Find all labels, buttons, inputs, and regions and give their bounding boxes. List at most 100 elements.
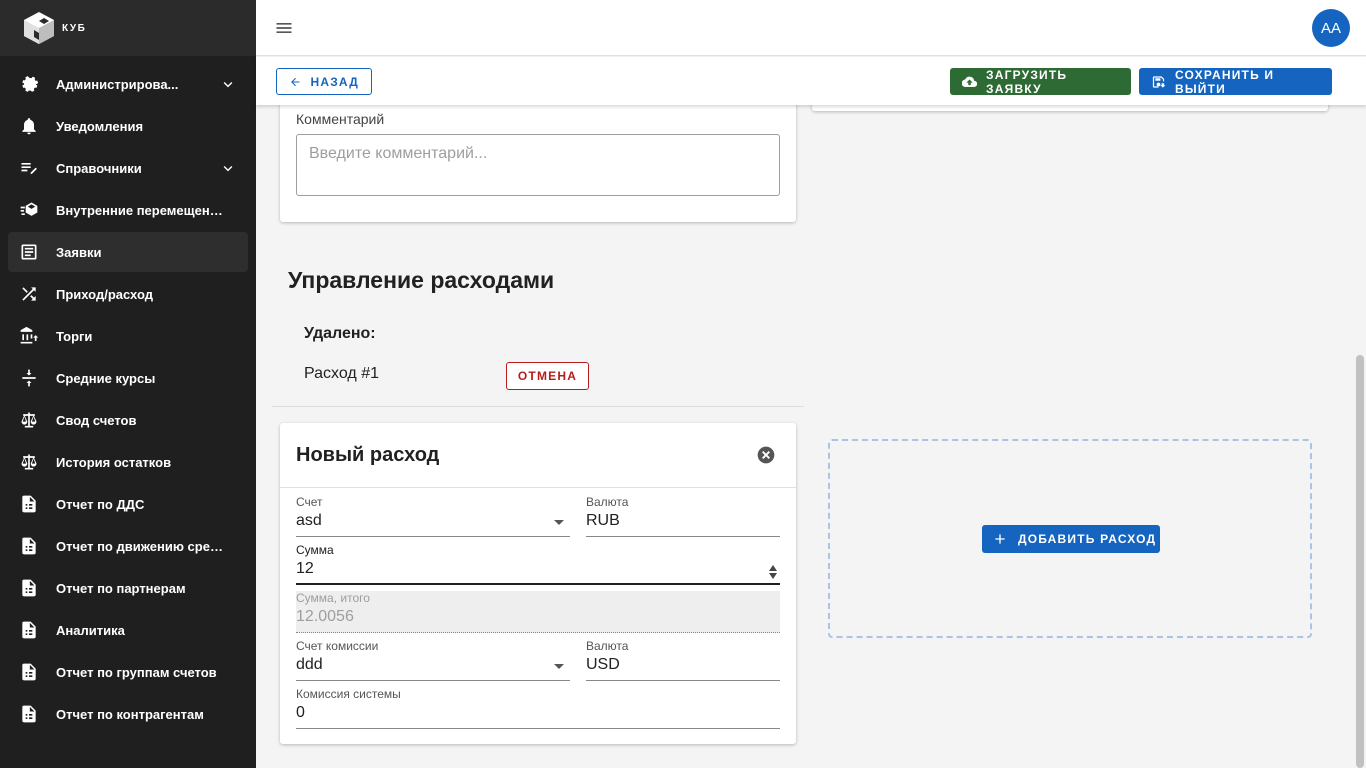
sidebar-item-label: Приход/расход: [56, 286, 153, 302]
document-icon: [18, 241, 40, 263]
fee-currency-value: USD: [586, 656, 620, 673]
dropdown-arrow-icon: [554, 664, 564, 669]
user-avatar[interactable]: AA: [1312, 9, 1350, 47]
amount-value: 12: [296, 560, 314, 577]
total-amount-value: 12.0056: [296, 608, 354, 625]
fee-currency-field[interactable]: Валюта USD: [586, 639, 780, 681]
compress-icon: [18, 367, 40, 389]
sidebar-item-trades[interactable]: Торги: [8, 316, 248, 356]
sidebar-item-accounts-summary[interactable]: Свод счетов: [8, 400, 248, 440]
comment-textarea[interactable]: Введите комментарий...: [296, 134, 780, 196]
expenses-section-title: Управление расходами: [288, 267, 555, 293]
deleted-title: Удалено:: [304, 325, 376, 342]
add-expense-label: ДОБАВИТЬ РАСХОД: [1018, 532, 1157, 546]
save-and-exit-button[interactable]: СОХРАНИТЬ И ВЫЙТИ: [1139, 67, 1332, 96]
sidebar-nav: Администрирова... Уведомления Справочник…: [0, 56, 256, 734]
currency-value: RUB: [586, 512, 620, 529]
fee-account-label: Счет комиссии: [296, 639, 379, 653]
sidebar-item-partners-report[interactable]: Отчет по партнерам: [8, 568, 248, 608]
report-icon: [18, 661, 40, 683]
sidebar-item-income-expense[interactable]: Приход/расход: [8, 274, 248, 314]
shuffle-icon: [18, 283, 40, 305]
sidebar-item-account-groups-report[interactable]: Отчет по группам счетов: [8, 652, 248, 692]
chevron-down-icon: [220, 76, 236, 92]
sidebar-item-label: Торги: [56, 328, 93, 344]
sidebar-item-label: Средние курсы: [56, 370, 156, 386]
new-expense-card: Новый расход Счет asd Валюта RUB Сумма 1…: [280, 423, 796, 744]
close-icon[interactable]: [756, 445, 776, 465]
sidebar-item-balance-history[interactable]: История остатков: [8, 442, 248, 482]
cancel-delete-button[interactable]: ОТМЕНА: [506, 362, 589, 390]
logo-text: КУБ: [62, 22, 87, 34]
menu-icon[interactable]: [274, 18, 294, 38]
add-expense-button[interactable]: ДОБАВИТЬ РАСХОД: [982, 525, 1160, 553]
sidebar-item-label: Заявки: [56, 244, 102, 260]
cloud-upload-icon: [962, 76, 978, 87]
dropdown-arrow-icon: [554, 520, 564, 525]
sidebar-item-label: Отчет по партнерам: [56, 580, 186, 596]
field-underline: [586, 536, 780, 537]
sidebar-item-administration[interactable]: Администрирова...: [8, 64, 248, 104]
sidebar-item-average-rates[interactable]: Средние курсы: [8, 358, 248, 398]
comment-label: Комментарий: [296, 111, 385, 127]
sidebar-item-label: Администрирова...: [56, 76, 179, 92]
field-underline: [586, 680, 780, 681]
sidebar-item-label: Отчет по контрагентам: [56, 706, 204, 722]
amount-label: Сумма: [296, 543, 334, 557]
account-label: Счет: [296, 495, 323, 509]
back-button-label: НАЗАД: [310, 74, 359, 89]
back-button[interactable]: НАЗАД: [276, 68, 372, 95]
field-underline: [296, 680, 570, 681]
arrow-left-icon: [291, 77, 300, 86]
save-exit-icon: [1152, 75, 1166, 88]
sidebar-item-label: Отчет по движению сред...: [56, 538, 224, 554]
report-icon: [18, 493, 40, 515]
account-select[interactable]: Счет asd: [296, 495, 570, 537]
total-amount-field: Сумма, итого 12.0056: [296, 591, 780, 633]
save-and-exit-label: СОХРАНИТЬ И ВЫЙТИ: [1174, 67, 1275, 96]
sidebar-item-notifications[interactable]: Уведомления: [8, 106, 248, 146]
plus-icon: [995, 534, 1005, 544]
add-expense-dropzone: ДОБАВИТЬ РАСХОД: [828, 439, 1312, 638]
system-fee-label: Комиссия системы: [296, 687, 401, 701]
cube-logo-icon: [24, 12, 54, 44]
system-fee-input[interactable]: Комиссия системы 0: [296, 687, 780, 729]
account-value: asd: [296, 512, 322, 529]
sidebar-item-counterparties-report[interactable]: Отчет по контрагентам: [8, 694, 248, 734]
field-underline: [296, 583, 780, 585]
new-expense-title: Новый расход: [296, 444, 440, 466]
upload-request-button[interactable]: ЗАГРУЗИТЬ ЗАЯВКУ: [950, 67, 1131, 96]
fee-account-select[interactable]: Счет комиссии ddd: [296, 639, 570, 681]
deleted-expense-item: Расход #1: [304, 365, 379, 382]
sidebar-item-label: Отчет по ДДС: [56, 496, 145, 512]
sidebar-item-label: История остатков: [56, 454, 172, 470]
total-amount-label: Сумма, итого: [296, 591, 370, 605]
report-icon: [18, 535, 40, 557]
action-bar: НАЗАД ЗАГРУЗИТЬ ЗАЯВКУ СОХРАНИТЬ И ВЫЙТИ: [256, 57, 1366, 105]
edit-list-icon: [18, 157, 40, 179]
number-spinner-icon[interactable]: [768, 563, 778, 581]
report-icon: [18, 619, 40, 641]
upload-request-label: ЗАГРУЗИТЬ ЗАЯВКУ: [986, 67, 1068, 96]
logo[interactable]: КУБ: [0, 0, 256, 56]
sidebar-item-analytics[interactable]: Аналитика: [8, 610, 248, 650]
sidebar-item-requests[interactable]: Заявки: [8, 232, 248, 272]
system-fee-value: 0: [296, 704, 305, 721]
sidebar-item-label: Аналитика: [56, 622, 125, 638]
main-content: Комментарий Введите комментарий... Управ…: [256, 95, 1366, 768]
sidebar-item-label: Отчет по группам счетов: [56, 664, 217, 680]
page-scrollbar[interactable]: [1356, 355, 1364, 768]
report-icon: [18, 703, 40, 725]
bank-icon: [18, 325, 40, 347]
sidebar-item-references[interactable]: Справочники: [8, 148, 248, 188]
sidebar-item-funds-movement-report[interactable]: Отчет по движению сред...: [8, 526, 248, 566]
bell-icon: [18, 115, 40, 137]
comment-card: Комментарий Введите комментарий...: [280, 95, 796, 222]
currency-field[interactable]: Валюта RUB: [586, 495, 780, 537]
sidebar-item-internal-transfers[interactable]: Внутренние перемещения: [8, 190, 248, 230]
amount-input[interactable]: Сумма 12: [296, 543, 780, 585]
scale-icon: [18, 409, 40, 431]
top-app-bar: AA: [256, 0, 1366, 56]
scale-icon: [18, 451, 40, 473]
sidebar-item-cashflow-report[interactable]: Отчет по ДДС: [8, 484, 248, 524]
